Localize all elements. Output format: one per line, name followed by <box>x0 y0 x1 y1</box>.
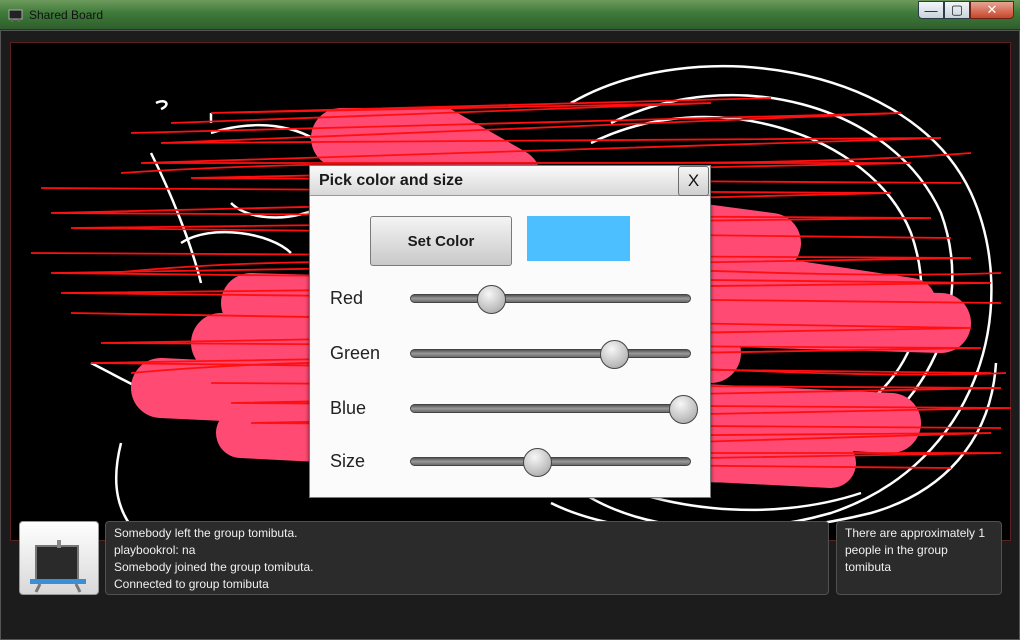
log-line: Somebody joined the group tomibuta. <box>114 560 314 574</box>
log-line: Somebody left the group tomibuta. <box>114 526 298 540</box>
red-slider-track[interactable] <box>410 294 691 303</box>
dialog-header: Pick color and size X <box>310 166 710 196</box>
set-color-button[interactable]: Set Color <box>370 216 512 266</box>
window-title: Shared Board <box>29 8 104 22</box>
color-size-dialog: Pick color and size X Set Color Red Gree… <box>309 165 711 498</box>
group-count-text: There are approximately 1 people in the … <box>845 526 986 574</box>
size-slider-thumb[interactable] <box>522 447 552 477</box>
green-slider-track[interactable] <box>410 349 691 358</box>
green-label: Green <box>330 343 381 363</box>
board-icon <box>8 9 23 22</box>
close-window-button[interactable]: ✕ <box>970 1 1014 19</box>
maximize-icon: ▢ <box>950 2 964 17</box>
blue-slider-track[interactable] <box>410 404 691 413</box>
close-icon: ✕ <box>986 2 998 17</box>
log-line: playbookrol: na <box>114 543 196 557</box>
window-controls: — ▢ ✕ <box>918 1 1014 20</box>
size-label: Size <box>330 451 366 471</box>
green-slider-thumb[interactable] <box>599 339 629 369</box>
activity-log: Somebody left the group tomibuta. playbo… <box>105 521 829 595</box>
app-logo-tile[interactable] <box>19 521 99 595</box>
maximize-button[interactable]: ▢ <box>944 1 970 19</box>
blue-label: Blue <box>330 398 367 418</box>
dialog-title: Pick color and size <box>319 172 464 189</box>
window-titlebar: Shared Board — ▢ ✕ <box>0 0 1020 30</box>
minimize-button[interactable]: — <box>918 1 944 19</box>
minimize-icon: — <box>924 2 938 18</box>
log-line: Connected to group tomibuta <box>114 577 269 591</box>
red-label: Red <box>330 288 364 308</box>
whiteboard-easel-icon <box>30 540 86 593</box>
group-info-panel: There are approximately 1 people in the … <box>836 521 1002 595</box>
red-slider-thumb[interactable] <box>477 284 507 314</box>
dialog-close-button[interactable]: X <box>678 166 709 196</box>
blue-slider-thumb[interactable] <box>669 394 698 424</box>
color-preview-swatch <box>527 216 630 261</box>
